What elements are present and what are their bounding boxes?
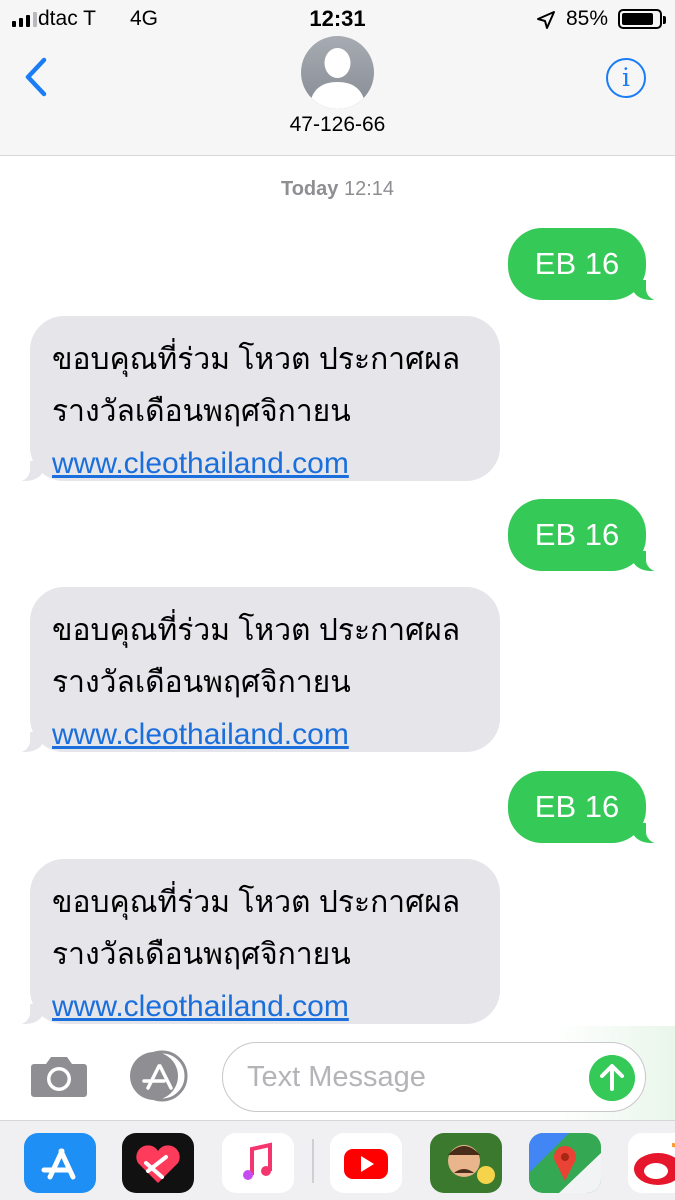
message-line-2: รางวัลเดือนพฤศจิกายน [52,938,351,971]
location-arrow-icon [537,11,555,29]
digital-touch-icon[interactable] [122,1133,194,1193]
google-maps-icon[interactable] [529,1133,601,1193]
status-bar: dtac T 4G 12:31 85% [0,0,675,38]
message-input[interactable] [247,1057,577,1097]
drawer-separator [312,1139,314,1183]
info-icon[interactable]: i [606,58,646,98]
battery-icon [618,9,666,29]
message-line-1: ขอบคุณที่ร่วม โหวต ประกาศผล [52,614,461,647]
received-message-bubble[interactable]: ขอบคุณที่ร่วม โหวต ประกาศผล รางวัลเดือนพ… [8,587,500,753]
weibo-icon[interactable] [628,1133,675,1193]
app-store-icon[interactable] [126,1050,190,1102]
youtube-icon[interactable] [330,1133,402,1193]
app-store-icon[interactable] [24,1133,96,1193]
back-chevron-icon[interactable] [20,56,52,98]
message-text: EB 16 [534,789,620,824]
camera-icon[interactable] [30,1054,88,1098]
sent-message-bubble[interactable]: EB 16 [508,499,668,572]
sent-message-bubble[interactable]: EB 16 [508,228,668,301]
message-link[interactable]: www.cleothailand.com [52,438,480,490]
contact-name[interactable]: 47-126-66 [0,113,675,137]
message-composer [0,1026,675,1120]
message-text: EB 16 [534,517,620,552]
timestamp-day: Today [280,178,339,200]
received-message-bubble[interactable]: ขอบคุณที่ร่วม โหวต ประกาศผล รางวัลเดือนพ… [8,859,500,1025]
sent-message-bubble[interactable]: EB 16 [508,771,668,844]
message-line-1: ขอบคุณที่ร่วม โหวต ประกาศผล [52,886,461,919]
send-arrow-icon[interactable] [589,1055,635,1101]
message-line-1: ขอบคุณที่ร่วม โหวต ประกาศผล [52,343,461,376]
message-line-2: รางวัลเดือนพฤศจิกายน [52,395,351,428]
message-link[interactable]: www.cleothailand.com [52,709,480,761]
message-line-2: รางวัลเดือนพฤศจิกายน [52,666,351,699]
message-text: EB 16 [534,246,620,281]
message-input-field[interactable] [222,1042,646,1112]
contact-avatar[interactable] [301,36,374,109]
conversation-timestamp: Today 12:14 [0,178,675,201]
game-character-icon[interactable] [430,1133,502,1193]
person-silhouette-icon [309,48,366,109]
battery-percent: 85% [566,7,609,30]
music-icon[interactable] [222,1133,294,1193]
conversation-header: dtac T 4G 12:31 85% 47-126-66 i [0,0,675,156]
timestamp-time: 12:14 [343,178,395,200]
app-drawer [0,1120,675,1200]
received-message-bubble[interactable]: ขอบคุณที่ร่วม โหวต ประกาศผล รางวัลเดือนพ… [8,316,500,482]
